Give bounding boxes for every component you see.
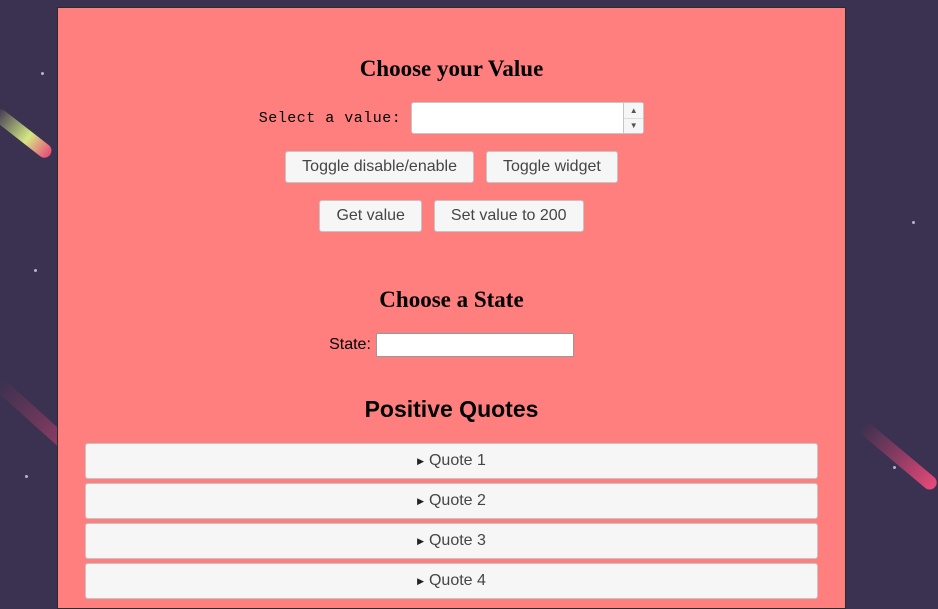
accordion-header-label: Quote 4 — [428, 572, 486, 589]
accordion-header-quote-4[interactable]: ▶ Quote 4 — [85, 563, 818, 599]
state-section-title: Choose a State — [379, 287, 524, 312]
set-value-button[interactable]: Set value to 200 — [433, 200, 584, 232]
meteor-decoration — [857, 420, 938, 493]
main-panel: Choose your Value Select a value: ▲ ▼ To… — [57, 7, 846, 609]
value-action-row: Get value Set value to 200 — [58, 200, 845, 232]
get-value-button[interactable]: Get value — [319, 200, 422, 232]
toggle-disable-enable-button[interactable]: Toggle disable/enable — [285, 151, 474, 183]
caret-right-icon: ▶ — [417, 455, 424, 466]
toggle-button-row: Toggle disable/enable Toggle widget — [58, 151, 845, 183]
caret-right-icon: ▶ — [417, 495, 424, 506]
accordion-header-quote-2[interactable]: ▶ Quote 2 — [85, 483, 818, 519]
accordion-header-quote-1[interactable]: ▶ Quote 1 — [85, 443, 818, 479]
accordion-header-label: Quote 3 — [428, 532, 486, 549]
spinner-input[interactable] — [412, 103, 624, 133]
star-decoration — [893, 466, 896, 469]
value-section-title: Choose your Value — [359, 56, 544, 81]
select-value-label: Select a value: — [258, 109, 402, 127]
accordion-header-label: Quote 1 — [428, 452, 486, 469]
star-decoration — [25, 475, 28, 478]
state-label: State: — [329, 336, 371, 353]
star-decoration — [41, 72, 44, 75]
caret-right-icon: ▶ — [417, 575, 424, 586]
spinner-buttons: ▲ ▼ — [623, 103, 644, 134]
quotes-accordion: ▶ Quote 1 ▶ Quote 2 ▶ Quote 3 ▶ Quote 4 — [85, 443, 818, 603]
value-select-row: Select a value: ▲ ▼ — [58, 101, 845, 135]
star-decoration — [912, 221, 915, 224]
meteor-decoration — [0, 106, 55, 161]
star-decoration — [34, 269, 37, 272]
state-input[interactable] — [375, 333, 574, 357]
state-row: State: — [58, 332, 845, 358]
caret-right-icon: ▶ — [417, 535, 424, 546]
accordion-header-quote-3[interactable]: ▶ Quote 3 — [85, 523, 818, 559]
value-spinner: ▲ ▼ — [411, 102, 645, 134]
triangle-down-icon[interactable]: ▼ — [624, 117, 644, 134]
quotes-section-title: Positive Quotes — [364, 396, 539, 422]
toggle-widget-button[interactable]: Toggle widget — [485, 151, 618, 183]
triangle-up-icon[interactable]: ▲ — [624, 103, 643, 118]
accordion-header-label: Quote 2 — [428, 492, 486, 509]
